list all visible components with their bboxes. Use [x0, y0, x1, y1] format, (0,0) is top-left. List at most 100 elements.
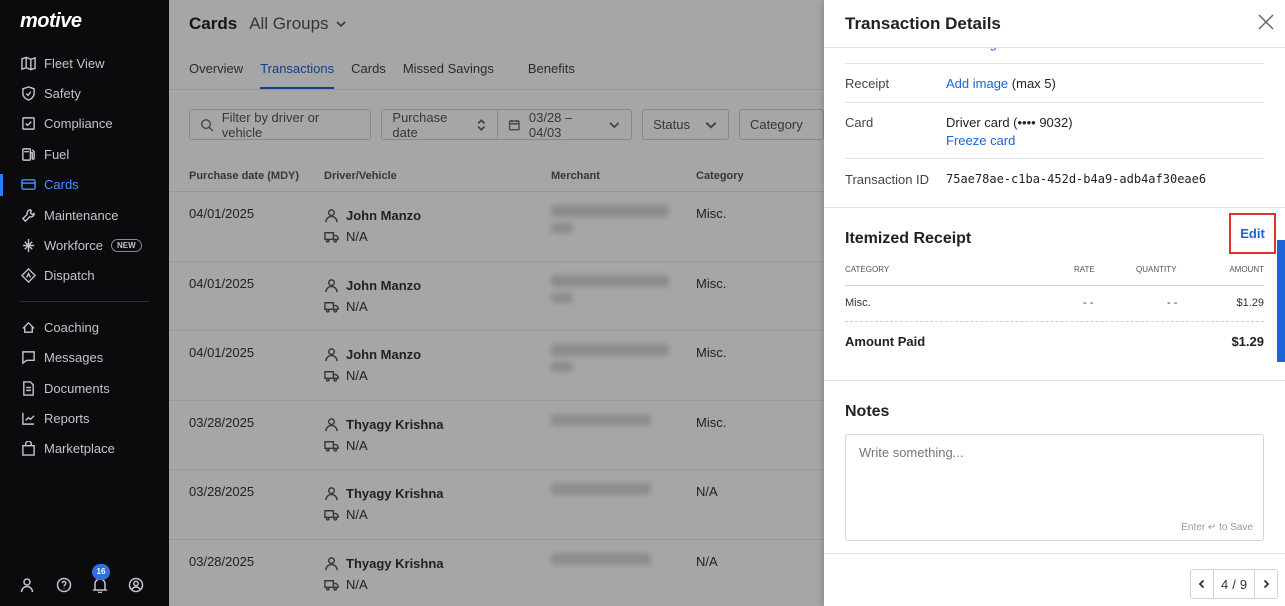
motive-logo[interactable]: motive — [20, 10, 82, 33]
amount-paid-value: $1.29 — [1231, 334, 1264, 349]
receipt-item-row: Misc. - - - - $1.29 — [845, 286, 1264, 322]
freeze-card-link[interactable]: Freeze card — [946, 133, 1015, 148]
nav-divider — [20, 301, 149, 303]
transaction-id-row: Transaction ID 75ae78ae-c1ba-452d-b4a9-a… — [845, 159, 1264, 207]
transaction-id-value: 75ae78ae-c1ba-452d-b4a9-adb4af30eae6 — [946, 172, 1207, 186]
notes-field: Enter ↵ to Save — [845, 434, 1264, 541]
sidebar-item-label: Reports — [44, 410, 90, 426]
pager-total: 9 — [1239, 576, 1248, 592]
fuel-icon — [20, 146, 36, 162]
sidebar-item-cards[interactable]: Cards — [0, 170, 169, 200]
receipt-value: Add image (max 5) — [946, 76, 1056, 91]
next-button[interactable] — [1255, 570, 1277, 598]
sidebar-item-safety[interactable]: Safety — [0, 78, 169, 108]
receipt-header-category: CATEGORY — [845, 265, 890, 274]
coaching-icon — [20, 319, 36, 335]
receipt-item-rate: - - — [1083, 297, 1094, 309]
notification-count-badge: 16 — [92, 563, 110, 580]
receipt-item-category: Misc. — [845, 297, 871, 309]
notes-title: Notes — [845, 403, 890, 420]
receipt-row: Receipt Add image (max 5) — [845, 64, 1264, 103]
bag-icon — [20, 441, 36, 457]
modal-backdrop[interactable] — [169, 0, 824, 606]
section-divider — [824, 207, 1285, 208]
amount-paid-label: Amount Paid — [845, 334, 926, 349]
receipt-limit-note: (max 5) — [1011, 76, 1056, 91]
message-icon — [20, 350, 36, 366]
amount-paid-row: Amount Paid $1.29 — [845, 322, 1264, 362]
sidebar-item-fuel[interactable]: Fuel — [0, 139, 169, 169]
pager-separator: / — [1232, 576, 1236, 592]
receipt-header-quantity: QUANTITY — [1136, 265, 1177, 274]
sidebar-item-dispatch[interactable]: Dispatch — [0, 261, 169, 291]
sidebar-item-label: Workforce — [44, 238, 103, 254]
sidebar-item-label: Fleet View — [44, 55, 105, 71]
sidebar-item-label: Messages — [44, 350, 104, 366]
sidebar-item-label: Maintenance — [44, 207, 119, 223]
notifications-button[interactable]: 16 — [92, 563, 110, 598]
map-icon — [20, 55, 36, 71]
sidebar-item-coaching[interactable]: Coaching — [0, 312, 169, 342]
sidebar-item-marketplace[interactable]: Marketplace — [0, 434, 169, 464]
sidebar-item-workforce[interactable]: Workforce NEW — [0, 230, 169, 260]
receipt-header-rate: RATE — [1074, 265, 1095, 274]
section-divider — [824, 553, 1285, 554]
sidebar-item-label: Cards — [44, 177, 79, 193]
sidebar-item-label: Compliance — [44, 116, 113, 132]
panel-title: Transaction Details — [845, 14, 1001, 33]
sidebar-item-reports[interactable]: Reports — [0, 403, 169, 433]
workforce-icon — [20, 238, 36, 254]
panel-header: Transaction Details — [824, 0, 1285, 48]
receipt-label: Receipt — [845, 76, 890, 91]
sidebar-item-label: Documents — [44, 380, 110, 396]
sidebar-item-compliance[interactable]: Compliance — [0, 109, 169, 139]
sidebar: motive Fleet View Safety Compliance Fuel… — [0, 0, 169, 606]
reports-icon — [20, 410, 36, 426]
close-button[interactable] — [1257, 13, 1277, 33]
chevron-left-icon — [1198, 579, 1205, 589]
sidebar-item-maintenance[interactable]: Maintenance — [0, 200, 169, 230]
sidebar-item-label: Dispatch — [44, 268, 95, 284]
chevron-right-icon — [1263, 579, 1270, 589]
receipt-table-header: CATEGORY RATE QUANTITY AMOUNT — [845, 264, 1264, 286]
transaction-details-panel: Vehicle Assign Transaction Details Recei… — [824, 0, 1285, 606]
itemized-receipt-title: Itemized Receipt — [845, 230, 972, 247]
add-image-link[interactable]: Add image — [946, 76, 1008, 91]
edit-receipt-button[interactable]: Edit — [1229, 213, 1276, 254]
card-value: Driver card (•••• 9032) — [946, 115, 1073, 130]
receipt-header-amount: AMOUNT — [1229, 265, 1264, 274]
card-row: Card Driver card (•••• 9032) Freeze card — [845, 103, 1264, 159]
shield-icon — [20, 86, 36, 102]
card-label: Card — [845, 115, 874, 130]
sidebar-item-label: Fuel — [44, 146, 70, 162]
pager-position: 4 / 9 — [1213, 570, 1255, 598]
sidebar-item-label: Coaching — [44, 319, 99, 335]
profile-icon[interactable] — [128, 577, 144, 598]
transaction-pager: 4 / 9 — [1190, 569, 1278, 599]
pager-current: 4 — [1220, 576, 1229, 592]
clipboard-icon — [20, 116, 36, 132]
sidebar-item-label: Safety — [44, 86, 81, 102]
previous-button[interactable] — [1191, 570, 1213, 598]
sidebar-item-fleet-view[interactable]: Fleet View — [0, 48, 169, 78]
dispatch-icon — [20, 268, 36, 284]
help-icon[interactable] — [56, 577, 72, 598]
scroll-accent-edge — [1277, 240, 1285, 362]
enter-to-save-hint: Enter ↵ to Save — [1181, 522, 1253, 533]
receipt-item-amount: $1.29 — [1236, 297, 1264, 309]
close-icon — [1258, 14, 1274, 30]
sidebar-item-label: Marketplace — [44, 441, 115, 457]
sidebar-bottom-bar: 16 — [0, 563, 169, 606]
sidebar-item-documents[interactable]: Documents — [0, 373, 169, 403]
new-badge: NEW — [111, 239, 142, 253]
main-content: Cards All Groups Overview Transactions C… — [169, 0, 824, 606]
sidebar-item-messages[interactable]: Messages — [0, 343, 169, 373]
user-settings-icon[interactable] — [20, 577, 36, 598]
sidebar-nav: Fleet View Safety Compliance Fuel Cards … — [0, 48, 169, 464]
transaction-id-label: Transaction ID — [845, 172, 930, 187]
card-icon — [20, 177, 36, 193]
document-icon — [20, 380, 36, 396]
receipt-item-quantity: - - — [1167, 297, 1178, 309]
wrench-icon — [20, 207, 36, 223]
section-divider — [824, 380, 1285, 381]
